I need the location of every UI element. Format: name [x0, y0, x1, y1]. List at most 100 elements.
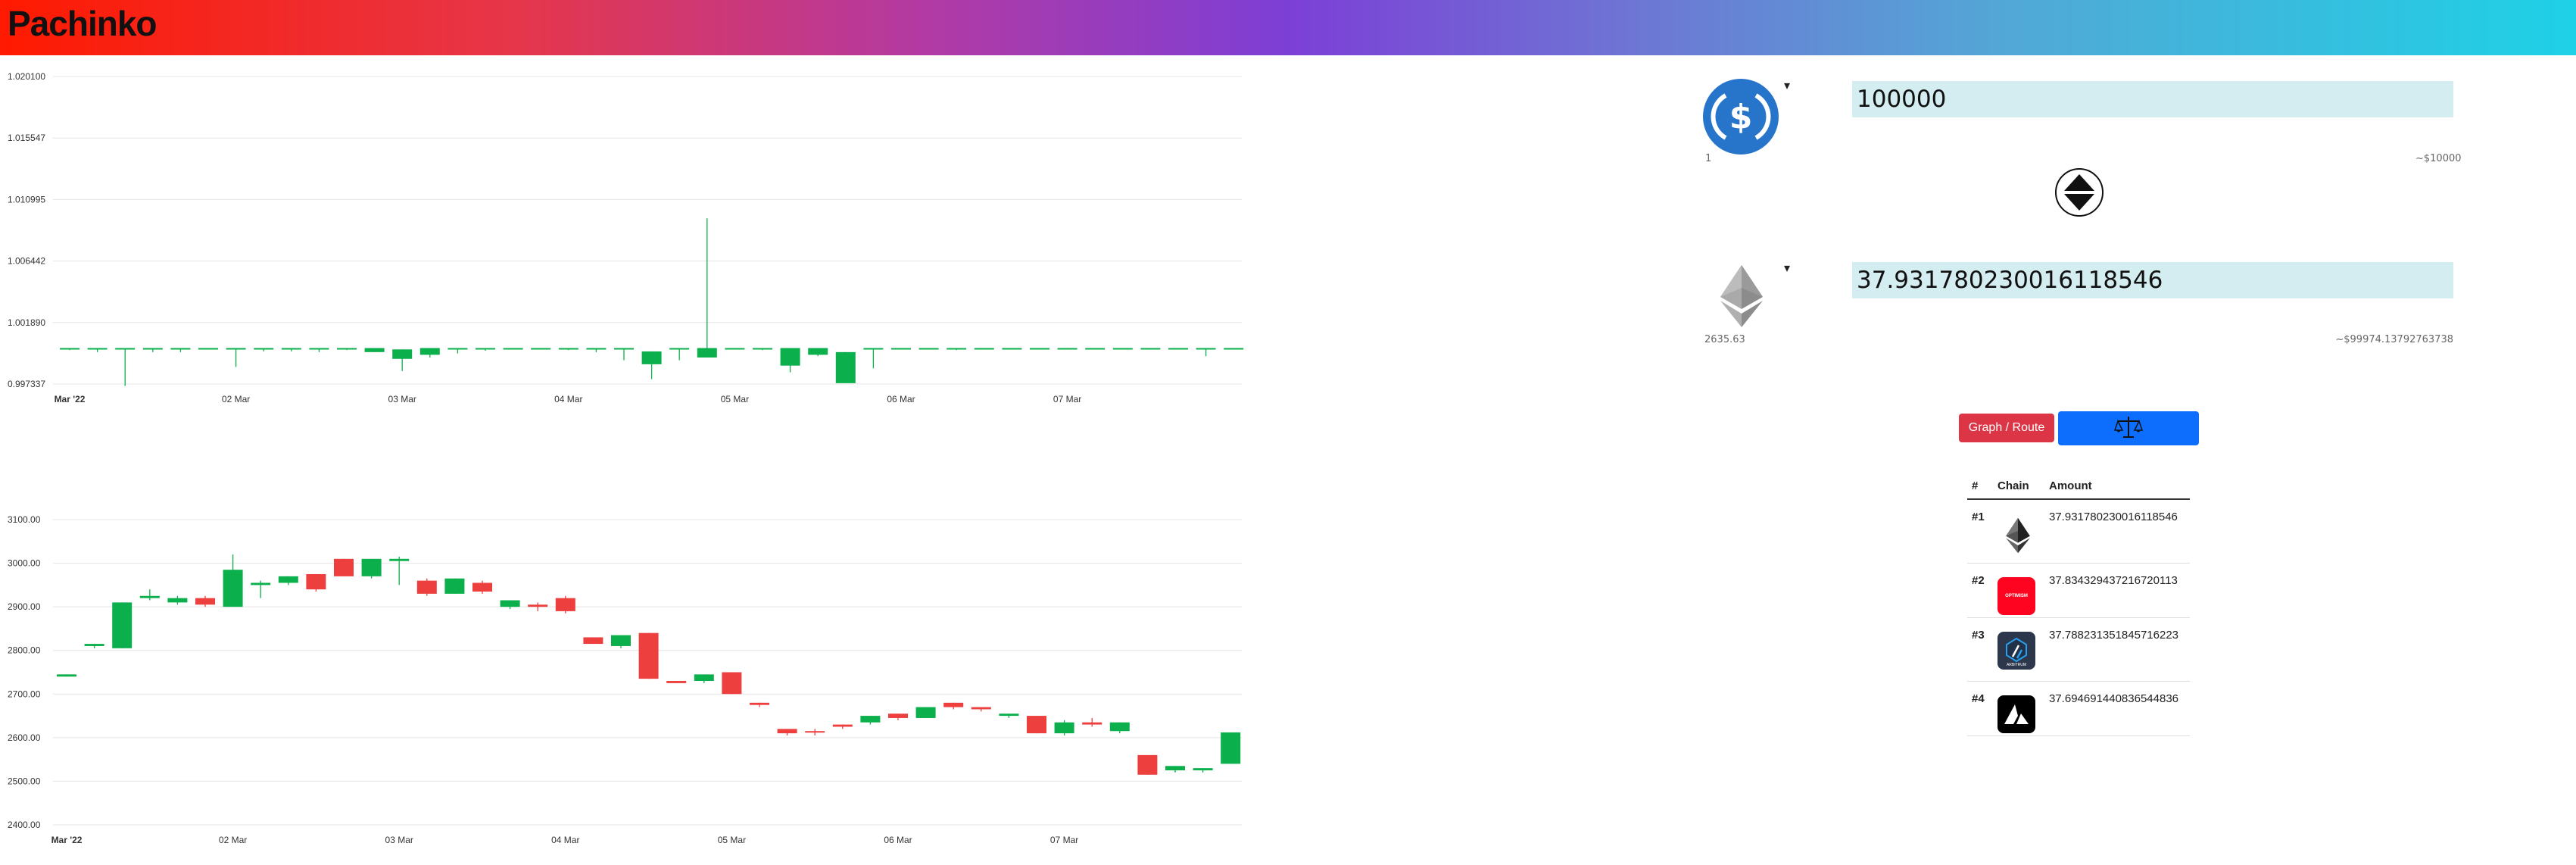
candle[interactable]	[1027, 716, 1046, 734]
candle[interactable]	[112, 602, 133, 648]
candle[interactable]	[167, 595, 188, 605]
candle[interactable]	[389, 556, 410, 586]
candle[interactable]	[1030, 348, 1049, 350]
candle[interactable]	[251, 580, 271, 598]
candle[interactable]	[780, 348, 800, 373]
graph-route-button[interactable]: Graph / Route	[1959, 414, 2054, 442]
candle[interactable]	[392, 349, 413, 371]
candle[interactable]	[472, 580, 492, 594]
candle[interactable]	[281, 348, 301, 351]
candle[interactable]	[278, 576, 298, 586]
candle[interactable]	[476, 348, 495, 351]
candle-body	[918, 348, 939, 350]
candle[interactable]	[1137, 754, 1158, 775]
table-row[interactable]: #3 ARBITRUM 37.788231351845716223	[1967, 617, 2190, 682]
table-row[interactable]: #1 37.931780230016118546	[1967, 499, 2190, 564]
candle[interactable]	[722, 672, 742, 695]
candle[interactable]	[1140, 348, 1161, 350]
candle[interactable]	[971, 707, 991, 712]
candle[interactable]	[614, 348, 634, 361]
candle[interactable]	[694, 674, 714, 683]
candle[interactable]	[725, 348, 745, 350]
candle[interactable]	[531, 348, 551, 350]
candle[interactable]	[1168, 348, 1188, 350]
candle[interactable]	[669, 348, 690, 361]
candle[interactable]	[170, 348, 191, 352]
candle[interactable]	[947, 348, 967, 351]
table-row[interactable]: #4 37.694691440836544836	[1967, 681, 2190, 736]
candle[interactable]	[84, 644, 104, 648]
candle[interactable]	[364, 348, 385, 352]
candle[interactable]	[1224, 348, 1244, 350]
candle[interactable]	[888, 714, 908, 720]
candle[interactable]	[142, 348, 163, 352]
candle[interactable]	[361, 558, 382, 579]
candle[interactable]	[974, 348, 994, 350]
candle[interactable]	[1085, 348, 1106, 350]
candle[interactable]	[805, 729, 825, 735]
candle[interactable]	[943, 702, 964, 710]
candle[interactable]	[223, 554, 243, 607]
candle[interactable]	[891, 348, 911, 350]
candle[interactable]	[611, 635, 631, 648]
candle[interactable]	[863, 348, 884, 369]
candle[interactable]	[1196, 348, 1216, 357]
candle[interactable]	[918, 348, 939, 350]
candle[interactable]	[999, 714, 1019, 718]
candle[interactable]	[60, 348, 80, 351]
candle[interactable]	[1054, 720, 1074, 735]
candle[interactable]	[1221, 732, 1241, 764]
candle[interactable]	[558, 348, 579, 351]
candle[interactable]	[1109, 722, 1130, 734]
candle[interactable]	[57, 674, 76, 677]
candle[interactable]	[115, 348, 136, 386]
table-row[interactable]: #2 OPTIMISM 37.834329437216720113	[1967, 563, 2190, 618]
ethereum-icon[interactable]	[1719, 265, 1764, 331]
candle[interactable]	[1112, 348, 1133, 350]
candle[interactable]	[835, 351, 856, 383]
candle[interactable]	[419, 348, 440, 358]
candle[interactable]	[337, 348, 357, 351]
candle[interactable]	[1057, 348, 1077, 350]
candle[interactable]	[500, 600, 520, 610]
candle[interactable]	[777, 729, 797, 735]
candle[interactable]	[444, 578, 465, 594]
candle[interactable]	[416, 578, 437, 596]
from-amount-input[interactable]	[1852, 81, 2453, 117]
candle[interactable]	[448, 348, 468, 354]
candle[interactable]	[503, 348, 523, 350]
candle[interactable]	[666, 681, 687, 683]
candle[interactable]	[226, 348, 246, 367]
candle[interactable]	[697, 218, 717, 358]
candle[interactable]	[915, 707, 936, 718]
exchange-button[interactable]	[2058, 411, 2199, 445]
candle[interactable]	[309, 348, 329, 352]
candle[interactable]	[139, 589, 160, 601]
candle[interactable]	[641, 351, 662, 379]
candle[interactable]	[1165, 766, 1185, 773]
from-token-dropdown-chevron-icon[interactable]: ▾	[1784, 80, 1790, 92]
candle[interactable]	[808, 348, 828, 357]
candle[interactable]	[586, 348, 607, 352]
candle[interactable]	[638, 632, 659, 679]
to-amount-input[interactable]	[1852, 262, 2453, 298]
candle[interactable]	[832, 724, 853, 729]
candle[interactable]	[555, 595, 575, 614]
candle[interactable]	[195, 595, 215, 607]
candle[interactable]	[860, 716, 881, 725]
swap-direction-button[interactable]	[2055, 168, 2104, 217]
candle[interactable]	[198, 348, 218, 350]
y-tick-label: 2700.00	[8, 689, 41, 699]
to-token-dropdown-chevron-icon[interactable]: ▾	[1784, 263, 1790, 275]
candle[interactable]	[1002, 348, 1022, 350]
candle[interactable]	[87, 348, 108, 352]
candle[interactable]	[750, 702, 769, 707]
candle[interactable]	[583, 637, 603, 645]
candle[interactable]	[753, 348, 772, 351]
candle[interactable]	[254, 348, 274, 351]
candle[interactable]	[306, 573, 326, 592]
usdc-icon[interactable]: $	[1703, 79, 1779, 158]
candle[interactable]	[1082, 717, 1102, 727]
candle[interactable]	[334, 558, 354, 576]
candle[interactable]	[1193, 768, 1213, 773]
